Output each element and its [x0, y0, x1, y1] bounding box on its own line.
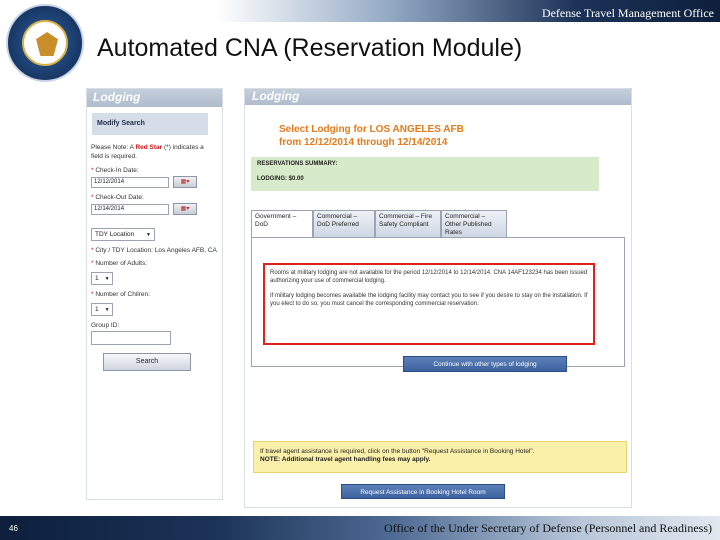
summary-lodging: LODGING: $0.00: [257, 176, 304, 182]
check-out-row: 12/14/2014 ▦▾: [91, 203, 217, 215]
dropdown-arrow-icon: ▼: [104, 275, 110, 282]
city-label: * City / TDY Location: Los Angeles AFB, …: [91, 247, 217, 254]
location-type-select[interactable]: TDY Location ▼: [91, 228, 155, 241]
search-button[interactable]: Search: [103, 353, 191, 371]
lodging-type-tabs: Government – DoD Commercial – DoD Prefer…: [251, 210, 507, 238]
lodging-tab-left[interactable]: Lodging: [87, 89, 222, 107]
note-prefix: Please Note: A: [91, 144, 134, 151]
calendar-icon[interactable]: ▦▾: [173, 203, 197, 215]
location-type-row: TDY Location ▼: [91, 223, 217, 241]
red-star-text: Red Star: [135, 144, 163, 151]
check-out-input[interactable]: 12/14/2014: [91, 203, 169, 215]
heading-line-1: Select Lodging for LOS ANGELES AFB: [279, 124, 464, 135]
footer-text: Office of the Under Secretary of Defense…: [384, 521, 712, 535]
lodging-tab-right[interactable]: Lodging: [245, 89, 631, 105]
alert-paragraph-1: Rooms at military lodging are not availa…: [270, 270, 588, 284]
reservations-summary: RESERVATIONS SUMMARY: LODGING: $0.00: [251, 157, 599, 191]
seal-center: [22, 20, 68, 66]
dropdown-arrow-icon: ▼: [104, 306, 110, 313]
check-in-label: * Check-In Date:: [91, 167, 139, 174]
heading-line-2: from 12/12/2014 through 12/14/2014: [279, 137, 448, 148]
alert-paragraph-2: If military lodging becomes available th…: [270, 293, 588, 307]
military-lodging-alert: Rooms at military lodging are not availa…: [263, 263, 595, 345]
dropdown-arrow-icon: ▼: [146, 231, 151, 238]
group-id-label: Group ID:: [91, 322, 120, 329]
lodging-selection-panel: Lodging Select Lodging for LOS ANGELES A…: [244, 88, 632, 508]
tab-commercial-fire-safety[interactable]: Commercial – Fire Safety Compliant: [375, 210, 441, 238]
page-title: Automated CNA (Reservation Module): [97, 34, 523, 62]
check-in-input[interactable]: 12/12/2014: [91, 176, 169, 188]
group-id-input[interactable]: [91, 331, 171, 345]
footer-band: 46 Office of the Under Secretary of Defe…: [0, 516, 720, 540]
assist-line-1: If travel agent assistance is required, …: [260, 448, 535, 455]
children-select[interactable]: 1 ▼: [91, 303, 113, 316]
tab-government-dod[interactable]: Government – DoD: [251, 210, 313, 238]
assist-line-2: NOTE: Additional travel agent handling f…: [260, 456, 431, 463]
eagle-icon: [36, 32, 58, 56]
modify-search-heading: Modify Search: [92, 113, 208, 135]
request-assistance-button[interactable]: Request Assistance in Booking Hotel Room: [341, 484, 505, 499]
modify-search-panel: Lodging Modify Search Please Note: A Red…: [86, 88, 223, 500]
summary-title: RESERVATIONS SUMMARY:: [257, 161, 338, 167]
tab-commercial-other-rates[interactable]: Commercial – Other Published Rates: [441, 210, 507, 238]
children-label: * Number of Chilren:: [91, 291, 150, 298]
calendar-icon[interactable]: ▦▾: [173, 176, 197, 188]
page-number: 46: [9, 524, 18, 533]
tab-commercial-dod-preferred[interactable]: Commercial – DoD Preferred: [313, 210, 375, 238]
adults-select[interactable]: 1 ▼: [91, 272, 113, 285]
check-in-row: 12/12/2014 ▦▾: [91, 176, 217, 188]
travel-agent-notice: If travel agent assistance is required, …: [253, 441, 627, 473]
required-note: Please Note: A Red Star (*) indicates a …: [91, 143, 217, 161]
modify-search-form: Modify Search Please Note: A Red Star (*…: [91, 113, 217, 371]
adults-label: * Number of Adults:: [91, 260, 148, 267]
continue-other-lodging-button[interactable]: Continue with other types of lodging: [403, 356, 567, 372]
organization-name: Defense Travel Management Office: [541, 6, 714, 20]
check-out-label: * Check-Out Date:: [91, 194, 144, 201]
dod-seal-logo: [6, 4, 84, 82]
lodging-heading: Select Lodging for LOS ANGELES AFB from …: [279, 123, 464, 149]
